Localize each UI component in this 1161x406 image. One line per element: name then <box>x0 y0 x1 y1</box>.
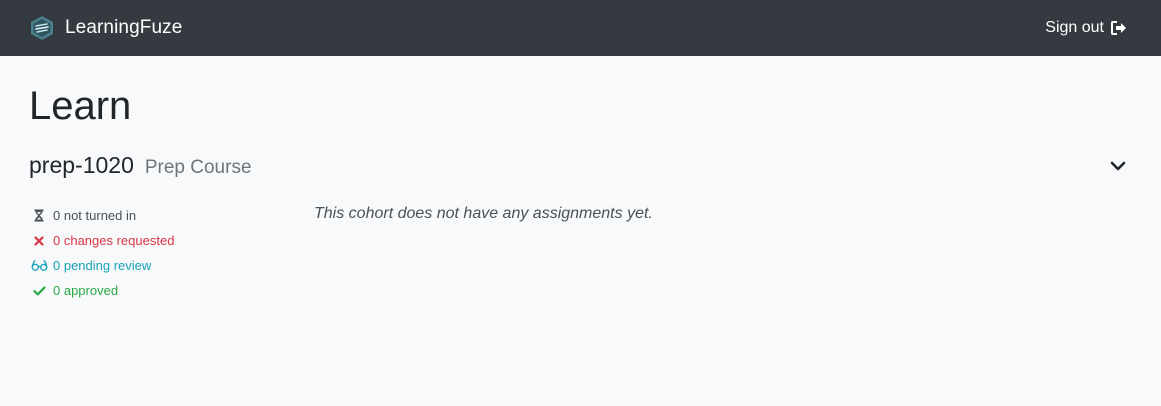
cohort-course: Prep Course <box>144 157 252 178</box>
check-icon <box>29 285 49 296</box>
empty-assignments-message: This cohort does not have any assignment… <box>314 205 653 222</box>
chevron-down-icon[interactable] <box>1110 160 1126 172</box>
status-approved: 0 approved <box>29 268 314 303</box>
page-title: Learn <box>29 84 132 128</box>
sign-out-icon <box>1111 21 1126 35</box>
brand-name: LearningFuze <box>65 17 183 38</box>
cohort-name: prep-1020 <box>29 152 134 178</box>
status-label: 0 approved <box>53 283 119 298</box>
cohort-title: prep-1020 Prep Course <box>29 152 252 179</box>
learningfuze-logo-icon <box>31 16 53 40</box>
main-content: Learn prep-1020 Prep Course 0 not turned… <box>0 56 1161 303</box>
status-label: 0 pending review <box>53 258 152 273</box>
top-navbar: LearningFuze Sign out <box>0 0 1161 56</box>
status-summary-list: 0 not turned in 0 changes requested 0 pe… <box>29 203 314 303</box>
hourglass-icon <box>29 209 49 222</box>
glasses-icon <box>29 260 49 271</box>
cohort-header[interactable]: prep-1020 Prep Course <box>29 152 1132 179</box>
status-label: 0 changes requested <box>53 233 175 248</box>
status-label: 0 not turned in <box>53 208 137 223</box>
cohort-body: 0 not turned in 0 changes requested 0 pe… <box>29 203 1132 303</box>
sign-out-label: Sign out <box>1045 19 1104 36</box>
x-icon <box>29 235 49 246</box>
brand[interactable]: LearningFuze <box>29 15 182 41</box>
sign-out-button[interactable]: Sign out <box>1045 19 1127 37</box>
